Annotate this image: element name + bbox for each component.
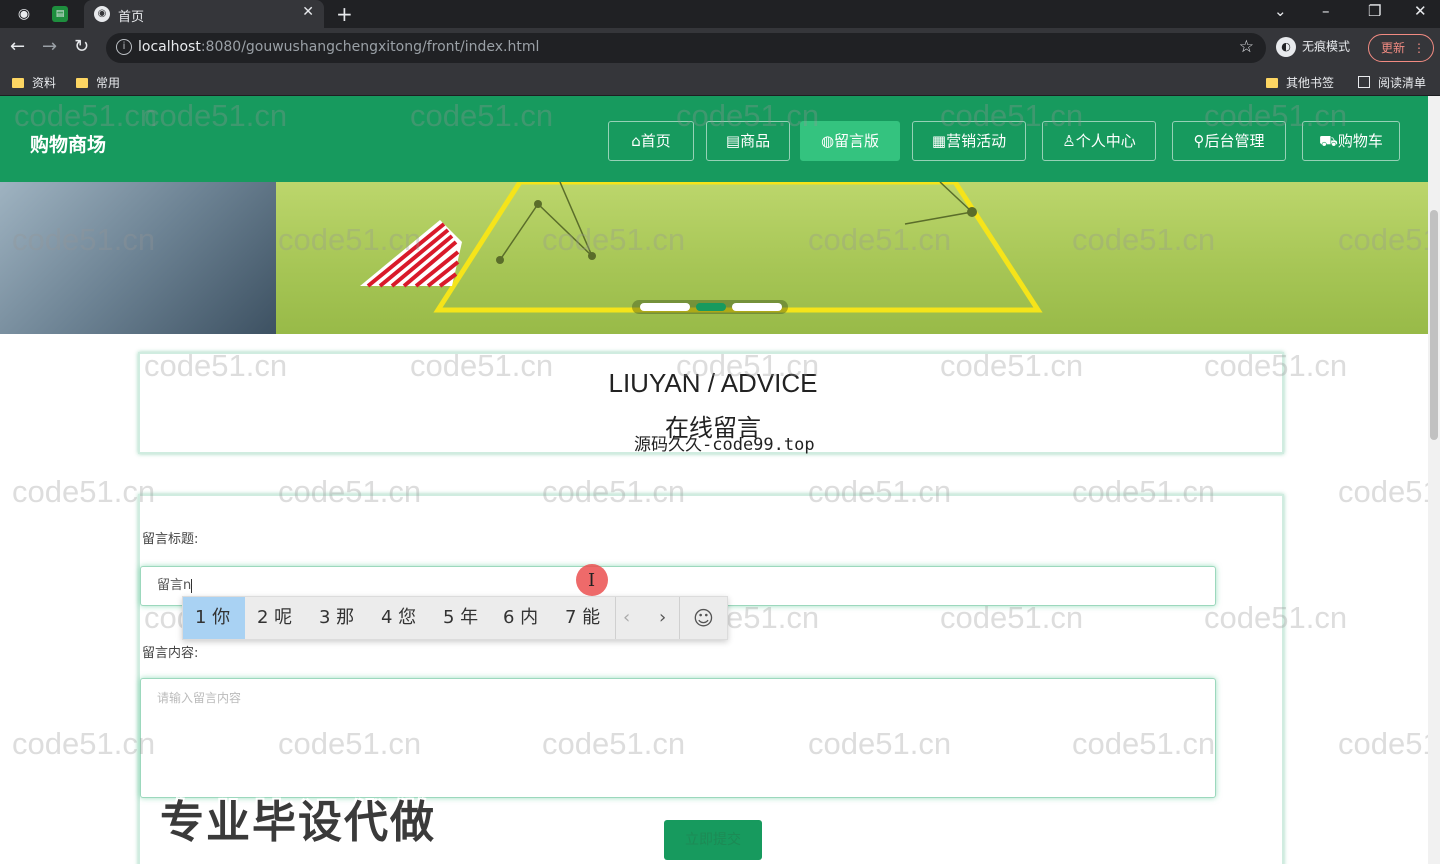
promo-overlay-text: 专业毕设代做 — [160, 797, 436, 848]
nav-products[interactable]: ▤商品 — [706, 121, 790, 161]
nav-message-board[interactable]: ◍留言版 — [800, 121, 900, 161]
globe-icon: ◍ — [820, 132, 835, 150]
tab-search-icon[interactable]: ⌄ — [1274, 2, 1287, 20]
ime-candidate-5[interactable]: 5 年 — [431, 597, 490, 639]
text-caret — [191, 578, 193, 593]
source-watermark: 源码久久-code99.top — [634, 435, 815, 455]
active-tab[interactable]: ◉ 首页 ✕ — [84, 0, 324, 28]
text-cursor-icon: I — [588, 570, 596, 591]
list-icon: ▤ — [725, 132, 741, 150]
advice-title: LIUYAN / ADVICE — [608, 368, 818, 398]
ime-candidate-bar: 1 你 2 呢 3 那 4 您 5 年 6 内 7 能 ‹ › ☺ — [182, 596, 728, 640]
calendar-icon: ▦ — [931, 132, 947, 150]
watermark: code51.cn — [12, 726, 156, 761]
minimize-icon[interactable]: – — [1322, 2, 1330, 20]
user-icon: ♙ — [1062, 132, 1076, 150]
browser-tab-bar: ◉ ▤ ◉ 首页 ✕ + ⌄ – ❐ ✕ — [0, 0, 1440, 28]
page-viewport: 购物商场 ⌂首页 ▤商品 ◍留言版 ▦营销活动 ♙个人中心 ⚲后台管理 ⛟购物车 — [0, 96, 1428, 864]
message-content-textarea[interactable]: 请输入留言内容 — [140, 678, 1216, 798]
address-bar: ← → ↻ i localhost:8080/gouwushangchengxi… — [0, 28, 1440, 68]
site-header: 购物商场 ⌂首页 ▤商品 ◍留言版 ▦营销活动 ♙个人中心 ⚲后台管理 ⛟购物车 — [0, 96, 1428, 182]
link-icon: ⚲ — [1193, 132, 1205, 150]
nav-marketing[interactable]: ▦营销活动 — [912, 121, 1026, 161]
ime-candidate-4[interactable]: 4 您 — [369, 597, 428, 639]
carousel-dot-1[interactable] — [640, 303, 690, 311]
cart-icon: ⛟ — [1319, 132, 1338, 150]
home-icon: ⌂ — [631, 132, 641, 150]
reload-icon[interactable]: ↻ — [74, 36, 89, 57]
bookmarks-bar: 资料 常用 其他书签 阅读清单 — [0, 68, 1440, 96]
content-label: 留言内容: — [142, 646, 199, 661]
ime-candidate-1[interactable]: 1 你 — [183, 597, 245, 639]
submit-button[interactable]: 立即提交 — [664, 820, 762, 860]
bookmark-folder-2[interactable]: 常用 — [76, 74, 120, 91]
nav-admin[interactable]: ⚲后台管理 — [1172, 121, 1286, 161]
update-button[interactable]: 更新 ⋮ — [1368, 34, 1434, 62]
tab-title: 首页 — [118, 10, 145, 25]
incognito-icon: ◐ — [1276, 37, 1296, 57]
other-bookmarks[interactable]: 其他书签 — [1266, 74, 1334, 91]
title-label: 留言标题: — [142, 532, 199, 547]
url-text: localhost:8080/gouwushangchengxitong/fro… — [138, 39, 540, 55]
banner-carousel[interactable] — [0, 182, 1428, 334]
watermark: code51.cn — [1338, 474, 1428, 509]
forward-icon[interactable]: → — [42, 36, 57, 57]
back-icon[interactable]: ← — [10, 36, 25, 57]
nav-cart[interactable]: ⛟购物车 — [1302, 121, 1400, 161]
bookmark-star-icon[interactable]: ☆ — [1239, 37, 1254, 57]
restore-icon[interactable]: ❐ — [1368, 2, 1381, 20]
ime-next-icon[interactable]: › — [659, 597, 666, 639]
reading-list-icon — [1358, 76, 1370, 88]
folder-icon — [1266, 78, 1278, 88]
url-input[interactable]: i localhost:8080/gouwushangchengxitong/f… — [106, 33, 1266, 63]
globe-icon: ◉ — [94, 6, 110, 22]
watermark: code51.cn — [12, 474, 156, 509]
carousel-dot-3[interactable] — [732, 303, 782, 311]
ime-emoji-icon[interactable]: ☺ — [693, 597, 714, 639]
site-info-icon[interactable]: i — [116, 39, 132, 55]
nav-home[interactable]: ⌂首页 — [608, 121, 694, 161]
more-icon: ⋮ — [1413, 41, 1425, 55]
carousel-dot-2[interactable] — [696, 303, 726, 311]
bookmark-folder-1[interactable]: 资料 — [12, 74, 56, 91]
incognito-indicator[interactable]: ◐ 无痕模式 — [1276, 37, 1350, 57]
ime-candidate-2[interactable]: 2 呢 — [245, 597, 304, 639]
new-tab-icon[interactable]: + — [336, 2, 353, 26]
ime-candidate-6[interactable]: 6 内 — [491, 597, 550, 639]
advice-header-box: LIUYAN / ADVICE 在线留言 源码久久-code99.top — [138, 352, 1284, 455]
watermark: code51.cn — [1338, 726, 1428, 761]
ime-prev-icon[interactable]: ‹ — [623, 597, 630, 639]
folder-icon — [12, 78, 24, 88]
scroll-thumb[interactable] — [1430, 210, 1438, 440]
folder-icon — [76, 78, 88, 88]
carousel-indicators — [632, 300, 788, 314]
site-title: 购物商场 — [30, 134, 107, 156]
browser-menu-icon[interactable]: ◉ — [14, 4, 34, 24]
nav-personal-center[interactable]: ♙个人中心 — [1042, 121, 1156, 161]
close-window-icon[interactable]: ✕ — [1414, 2, 1427, 20]
ime-candidate-7[interactable]: 7 能 — [553, 597, 612, 639]
close-tab-icon[interactable]: ✕ — [302, 4, 314, 20]
page-scrollbar[interactable] — [1428, 96, 1440, 864]
ime-candidate-3[interactable]: 3 那 — [307, 597, 366, 639]
reading-list[interactable]: 阅读清单 — [1358, 74, 1426, 91]
app-tab-icon[interactable]: ▤ — [52, 6, 68, 22]
